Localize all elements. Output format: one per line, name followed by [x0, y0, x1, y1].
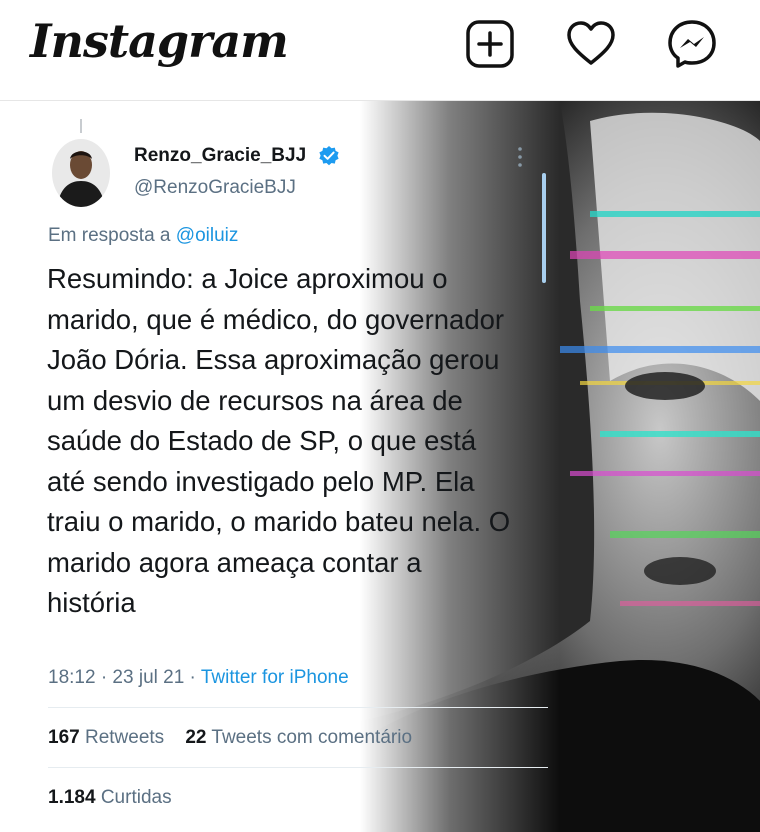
likes-stat[interactable]: 1.184 Curtidas — [48, 787, 172, 809]
divider — [48, 767, 548, 768]
retweets-count: 167 — [48, 727, 80, 748]
thread-line — [80, 119, 82, 133]
tweet-card: Renzo_Gracie_BJJ @RenzoGracieBJJ Em resp… — [0, 101, 560, 832]
divider — [48, 707, 548, 708]
timestamp[interactable]: 18:12 · 23 jul 21 · — [48, 667, 196, 688]
scrollbar[interactable] — [542, 173, 546, 283]
instagram-logo[interactable]: Instagram — [30, 14, 289, 68]
reply-mention-link[interactable]: @oiluiz — [176, 225, 239, 246]
post-image[interactable]: Renzo_Gracie_BJJ @RenzoGracieBJJ Em resp… — [0, 101, 760, 832]
tweet-meta: 18:12 · 23 jul 21 · Twitter for iPhone — [48, 667, 349, 689]
verified-badge-icon — [319, 146, 339, 166]
quote-label: Tweets com comentário — [211, 727, 413, 748]
source-link[interactable]: Twitter for iPhone — [201, 667, 349, 688]
instagram-header: Instagram — [0, 0, 760, 101]
tweet-text: Resumindo: a Joice aproximou o marido, q… — [47, 263, 511, 618]
retweets-label: Retweets — [84, 727, 165, 748]
user-handle[interactable]: @RenzoGracieBJJ — [134, 177, 296, 199]
new-post-icon[interactable] — [464, 18, 516, 70]
retweets-stat[interactable]: 167 Retweets — [48, 727, 164, 748]
heart-icon[interactable] — [565, 18, 617, 70]
likes-count: 1.184 — [48, 787, 96, 808]
display-name[interactable]: Renzo_Gracie_BJJ — [134, 145, 306, 167]
messenger-icon[interactable] — [666, 18, 718, 70]
quote-tweets-stat[interactable]: 22 Tweets com comentário — [185, 727, 412, 748]
reply-context: Em resposta a @oiluiz — [48, 225, 238, 247]
avatar[interactable] — [52, 139, 110, 207]
engagement-stats: 167 Retweets 22 Tweets com comentário — [48, 727, 412, 749]
reply-prefix: Em resposta a — [48, 225, 171, 246]
more-options-icon[interactable] — [515, 146, 525, 168]
quote-count: 22 — [185, 727, 207, 748]
likes-label: Curtidas — [100, 787, 172, 808]
